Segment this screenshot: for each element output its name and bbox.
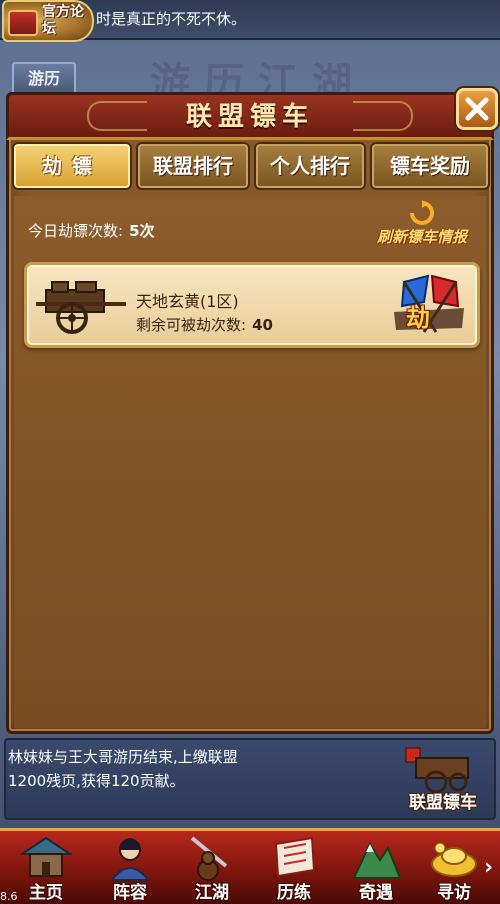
remaining-robs-label: 剩余可被劫次数: bbox=[136, 316, 247, 334]
nav-home-label: 主页 bbox=[29, 883, 63, 903]
official-forum-button[interactable]: 官方论坛 bbox=[2, 0, 94, 42]
nav-training[interactable]: 历练 bbox=[256, 834, 332, 904]
nav-adventure-label: 奇遇 bbox=[359, 883, 393, 903]
nav-lineup-label: 阵容 bbox=[113, 883, 147, 903]
rob-count-value: 5次 bbox=[129, 222, 155, 240]
nav-more-arrow-icon[interactable]: › bbox=[484, 856, 498, 880]
tab-rob-escort[interactable]: 劫镖 bbox=[12, 142, 132, 190]
news-line-2: 1200残页,获得120贡献。 bbox=[8, 772, 185, 790]
nav-jianghu[interactable]: 江湖 bbox=[174, 834, 250, 904]
training-scroll-icon bbox=[274, 836, 316, 878]
pavilion-icon bbox=[20, 836, 72, 877]
nav-visit[interactable]: 寻访 bbox=[416, 834, 492, 904]
nav-adventure[interactable]: 奇遇 bbox=[338, 834, 414, 904]
mountain-icon bbox=[352, 841, 402, 879]
gold-ingot-icon bbox=[431, 842, 477, 877]
news-line-1: 林妹妹与王大哥游历结束,上缴联盟 bbox=[8, 748, 238, 766]
nav-jianghu-label: 江湖 bbox=[195, 883, 229, 903]
tab-personal-ranking[interactable]: 个人排行 bbox=[254, 142, 366, 190]
refresh-icon bbox=[410, 200, 434, 225]
rob-escort-button[interactable]: 劫 bbox=[384, 272, 472, 338]
rob-button-label: 劫 bbox=[406, 303, 430, 332]
treasure-chest-icon bbox=[8, 10, 38, 36]
nav-training-label: 历练 bbox=[277, 883, 311, 903]
escort-remaining-robs: 剩余可被劫次数: 40 bbox=[136, 314, 273, 335]
forum-badge-label: 官方论坛 bbox=[42, 4, 84, 37]
daily-rob-count: 今日劫镖次数: 5次 bbox=[28, 220, 155, 241]
close-icon bbox=[465, 97, 489, 121]
refresh-escort-intel-button[interactable]: 刷新镖车情报 bbox=[372, 200, 472, 248]
tab-escort-rewards[interactable]: 镖车奖励 bbox=[370, 142, 490, 190]
escort-cart-icon bbox=[36, 281, 126, 334]
panel-title: 联盟镖车 bbox=[185, 102, 314, 132]
alliance-escort-shortcut-button[interactable]: 联盟镖车 bbox=[398, 744, 488, 814]
refresh-intel-label: 刷新镖车情报 bbox=[376, 228, 467, 246]
tab-alliance-ranking[interactable]: 联盟排行 bbox=[136, 142, 250, 190]
version-number: 8.6 bbox=[0, 890, 18, 903]
nav-visit-label: 寻访 bbox=[437, 883, 471, 903]
rob-count-label: 今日劫镖次数: bbox=[28, 222, 124, 240]
close-button[interactable] bbox=[456, 88, 498, 130]
alliance-cart-label: 联盟镖车 bbox=[409, 793, 477, 813]
remaining-robs-value: 40 bbox=[252, 316, 273, 334]
announcement-text: 时是真正的不死不休。 bbox=[96, 10, 247, 28]
nav-home[interactable]: 主页 bbox=[8, 834, 84, 904]
escort-owner-name: 天地玄黄(1区) bbox=[136, 292, 239, 311]
alliance-cart-icon bbox=[405, 747, 469, 794]
nav-lineup[interactable]: 阵容 bbox=[92, 834, 168, 904]
background-travel-tab: 游历 bbox=[12, 62, 76, 96]
hero-portrait-icon bbox=[109, 838, 151, 881]
sword-gourd-icon bbox=[190, 836, 228, 881]
